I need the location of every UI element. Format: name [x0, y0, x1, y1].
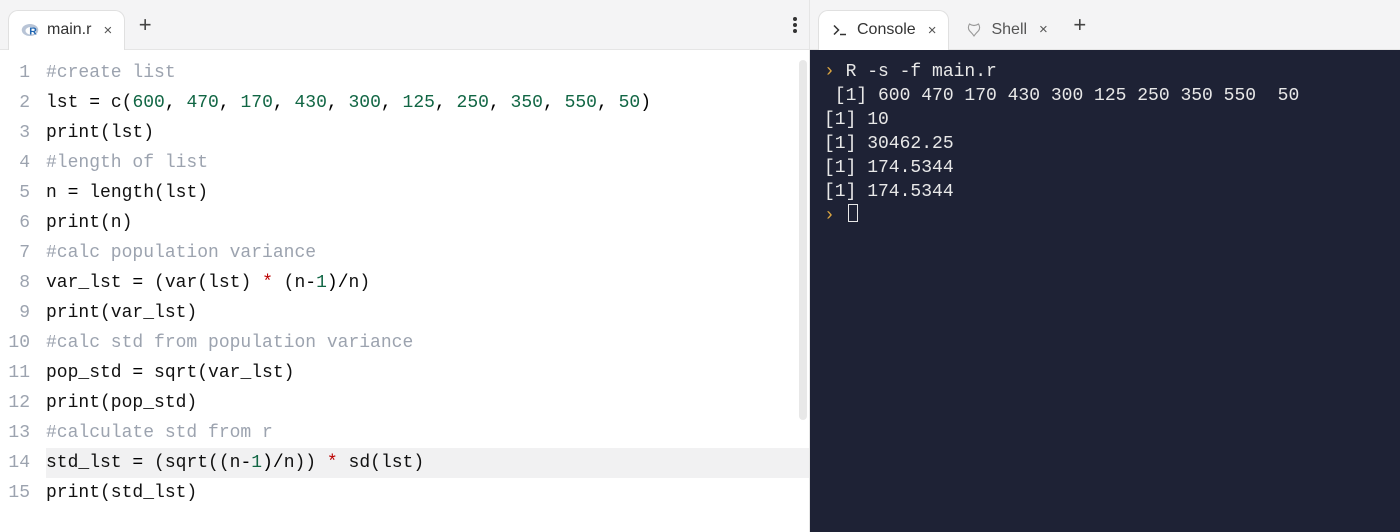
new-tab-button[interactable]: +	[129, 9, 161, 41]
terminal-line: [1] 600 470 170 430 300 125 250 350 550 …	[824, 84, 1386, 108]
code-line[interactable]: #calc std from population variance	[46, 328, 809, 358]
code-line[interactable]: print(pop_std)	[46, 388, 809, 418]
terminal-pane: Console × Shell × + › R -s -f main.r [1] 60…	[810, 0, 1400, 532]
line-number: 12	[0, 388, 30, 418]
code-line[interactable]: print(std_lst)	[46, 478, 809, 508]
terminal-line: [1] 174.5344	[824, 180, 1386, 204]
svg-text:R: R	[29, 26, 37, 38]
line-number: 10	[0, 328, 30, 358]
code-line[interactable]: print(var_lst)	[46, 298, 809, 328]
terminal-line: [1] 174.5344	[824, 156, 1386, 180]
terminal-cursor	[848, 204, 858, 222]
line-number: 1	[0, 58, 30, 88]
line-number: 9	[0, 298, 30, 328]
tab-label: main.r	[47, 21, 91, 39]
line-number: 5	[0, 178, 30, 208]
line-number: 7	[0, 238, 30, 268]
terminal-tab-console[interactable]: Console ×	[818, 10, 949, 50]
terminal-tab-shell[interactable]: Shell ×	[953, 10, 1059, 50]
more-menu-icon[interactable]	[793, 17, 797, 33]
code-content[interactable]: #create listlst = c(600, 470, 170, 430, …	[40, 58, 809, 532]
line-number: 14	[0, 448, 30, 478]
line-number-gutter: 123456789101112131415	[0, 58, 40, 532]
editor-pane: Rmain.r× + 123456789101112131415 #create…	[0, 0, 810, 532]
tab-label: Console	[857, 21, 916, 39]
code-line[interactable]: lst = c(600, 470, 170, 430, 300, 125, 25…	[46, 88, 809, 118]
code-line[interactable]: #create list	[46, 58, 809, 88]
line-number: 4	[0, 148, 30, 178]
editor-tab-main-r[interactable]: Rmain.r ×	[8, 10, 125, 50]
terminal-line: [1] 30462.25	[824, 132, 1386, 156]
line-number: 15	[0, 478, 30, 508]
line-number: 2	[0, 88, 30, 118]
line-number: 13	[0, 418, 30, 448]
terminal-line: ›	[824, 204, 1386, 228]
line-number: 3	[0, 118, 30, 148]
code-line[interactable]: std_lst = (sqrt((n-1)/n)) * sd(lst)	[46, 448, 809, 478]
code-line[interactable]: #calc population variance	[46, 238, 809, 268]
shell-icon	[965, 21, 983, 39]
tab-label: Shell	[991, 21, 1027, 39]
tab-close-icon[interactable]: ×	[103, 22, 112, 39]
terminal-tab-bar: Console × Shell × +	[810, 0, 1400, 50]
terminal-line: › R -s -f main.r	[824, 60, 1386, 84]
editor-tab-bar: Rmain.r × +	[0, 0, 809, 50]
code-line[interactable]: n = length(lst)	[46, 178, 809, 208]
console-icon	[831, 21, 849, 39]
tab-close-icon[interactable]: ×	[928, 22, 937, 39]
code-line[interactable]: var_lst = (var(lst) * (n-1)/n)	[46, 268, 809, 298]
code-line[interactable]: #length of list	[46, 148, 809, 178]
code-line[interactable]: print(n)	[46, 208, 809, 238]
terminal-output[interactable]: › R -s -f main.r [1] 600 470 170 430 300…	[810, 50, 1400, 532]
new-terminal-tab-button[interactable]: +	[1064, 9, 1096, 41]
code-line[interactable]: print(lst)	[46, 118, 809, 148]
terminal-line: [1] 10	[824, 108, 1386, 132]
line-number: 6	[0, 208, 30, 238]
line-number: 11	[0, 358, 30, 388]
editor-scrollbar[interactable]	[799, 60, 807, 420]
code-line[interactable]: pop_std = sqrt(var_lst)	[46, 358, 809, 388]
code-line[interactable]: #calculate std from r	[46, 418, 809, 448]
r-lang-icon: R	[21, 21, 39, 39]
line-number: 8	[0, 268, 30, 298]
tab-close-icon[interactable]: ×	[1039, 21, 1048, 38]
code-editor[interactable]: 123456789101112131415 #create listlst = …	[0, 50, 809, 532]
